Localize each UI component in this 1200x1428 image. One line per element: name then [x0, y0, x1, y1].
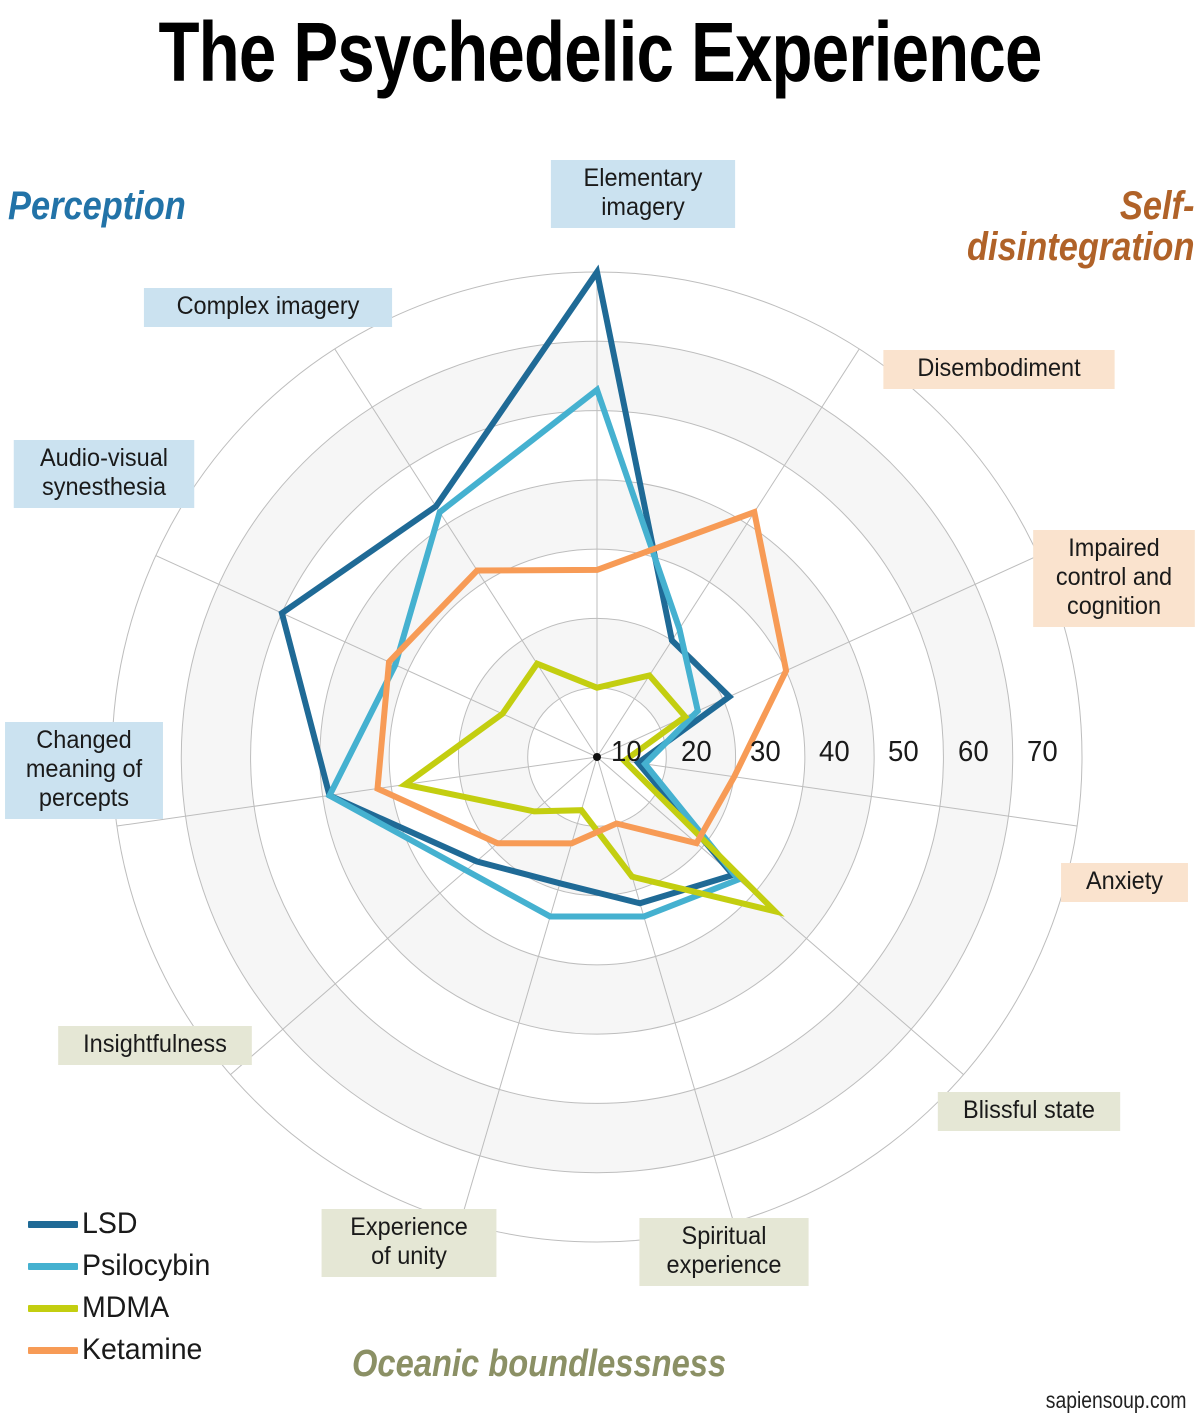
radial-tick-40: 40: [819, 736, 850, 768]
axis-label-insightfulness: Insightfulness: [58, 1026, 252, 1065]
legend-label-psilocybin: Psilocybin: [82, 1249, 211, 1282]
chart-legend: LSD Psilocybin MDMA Ketamine: [28, 1203, 217, 1371]
group-heading-perception: Perception: [8, 184, 186, 228]
axis-label-spiritual-experience: Spiritual experience: [639, 1218, 809, 1286]
axis-label-audio-visual: Audio-visual synesthesia: [13, 440, 195, 508]
radial-tick-50: 50: [888, 736, 920, 768]
axis-label-elementary-imagery: Elementary imagery: [550, 160, 736, 228]
group-heading-self-disintegration: Self- disintegration: [966, 184, 1194, 269]
legend-label-mdma: MDMA: [82, 1291, 170, 1324]
center-point: [593, 753, 601, 761]
radial-tick-60: 60: [957, 736, 989, 768]
axis-label-complex-imagery: Complex imagery: [143, 288, 393, 327]
legend-item-mdma[interactable]: MDMA: [28, 1287, 217, 1329]
radial-tick-10: 10: [611, 736, 642, 768]
legend-swatch-psilocybin: [28, 1262, 78, 1270]
watermark: sapiensoup.com: [1045, 1387, 1186, 1413]
radial-tick-70: 70: [1027, 736, 1058, 768]
radial-tick-30: 30: [749, 736, 781, 768]
legend-item-ketamine[interactable]: Ketamine: [28, 1329, 217, 1371]
legend-swatch-mdma: [28, 1304, 78, 1312]
axis-label-disembodiment: Disembodiment: [883, 350, 1115, 389]
legend-item-lsd[interactable]: LSD: [28, 1203, 217, 1245]
legend-label-lsd: LSD: [82, 1207, 138, 1240]
legend-label-ketamine: Ketamine: [82, 1333, 203, 1366]
axis-label-blissful-state: Blissful state: [937, 1092, 1121, 1131]
radial-tick-20: 20: [680, 736, 712, 768]
axis-label-anxiety: Anxiety: [1061, 863, 1188, 902]
legend-item-psilocybin[interactable]: Psilocybin: [28, 1245, 217, 1287]
legend-swatch-lsd: [28, 1220, 78, 1228]
group-heading-oceanic-boundlessness: Oceanic boundlessness: [352, 1343, 727, 1385]
legend-swatch-ketamine: [28, 1346, 78, 1354]
axis-label-changed-meaning: Changed meaning of percepts: [5, 722, 163, 819]
axis-label-experience-of-unity: Experience of unity: [321, 1209, 497, 1277]
axis-label-impaired-control: Impaired control and cognition: [1033, 530, 1195, 627]
